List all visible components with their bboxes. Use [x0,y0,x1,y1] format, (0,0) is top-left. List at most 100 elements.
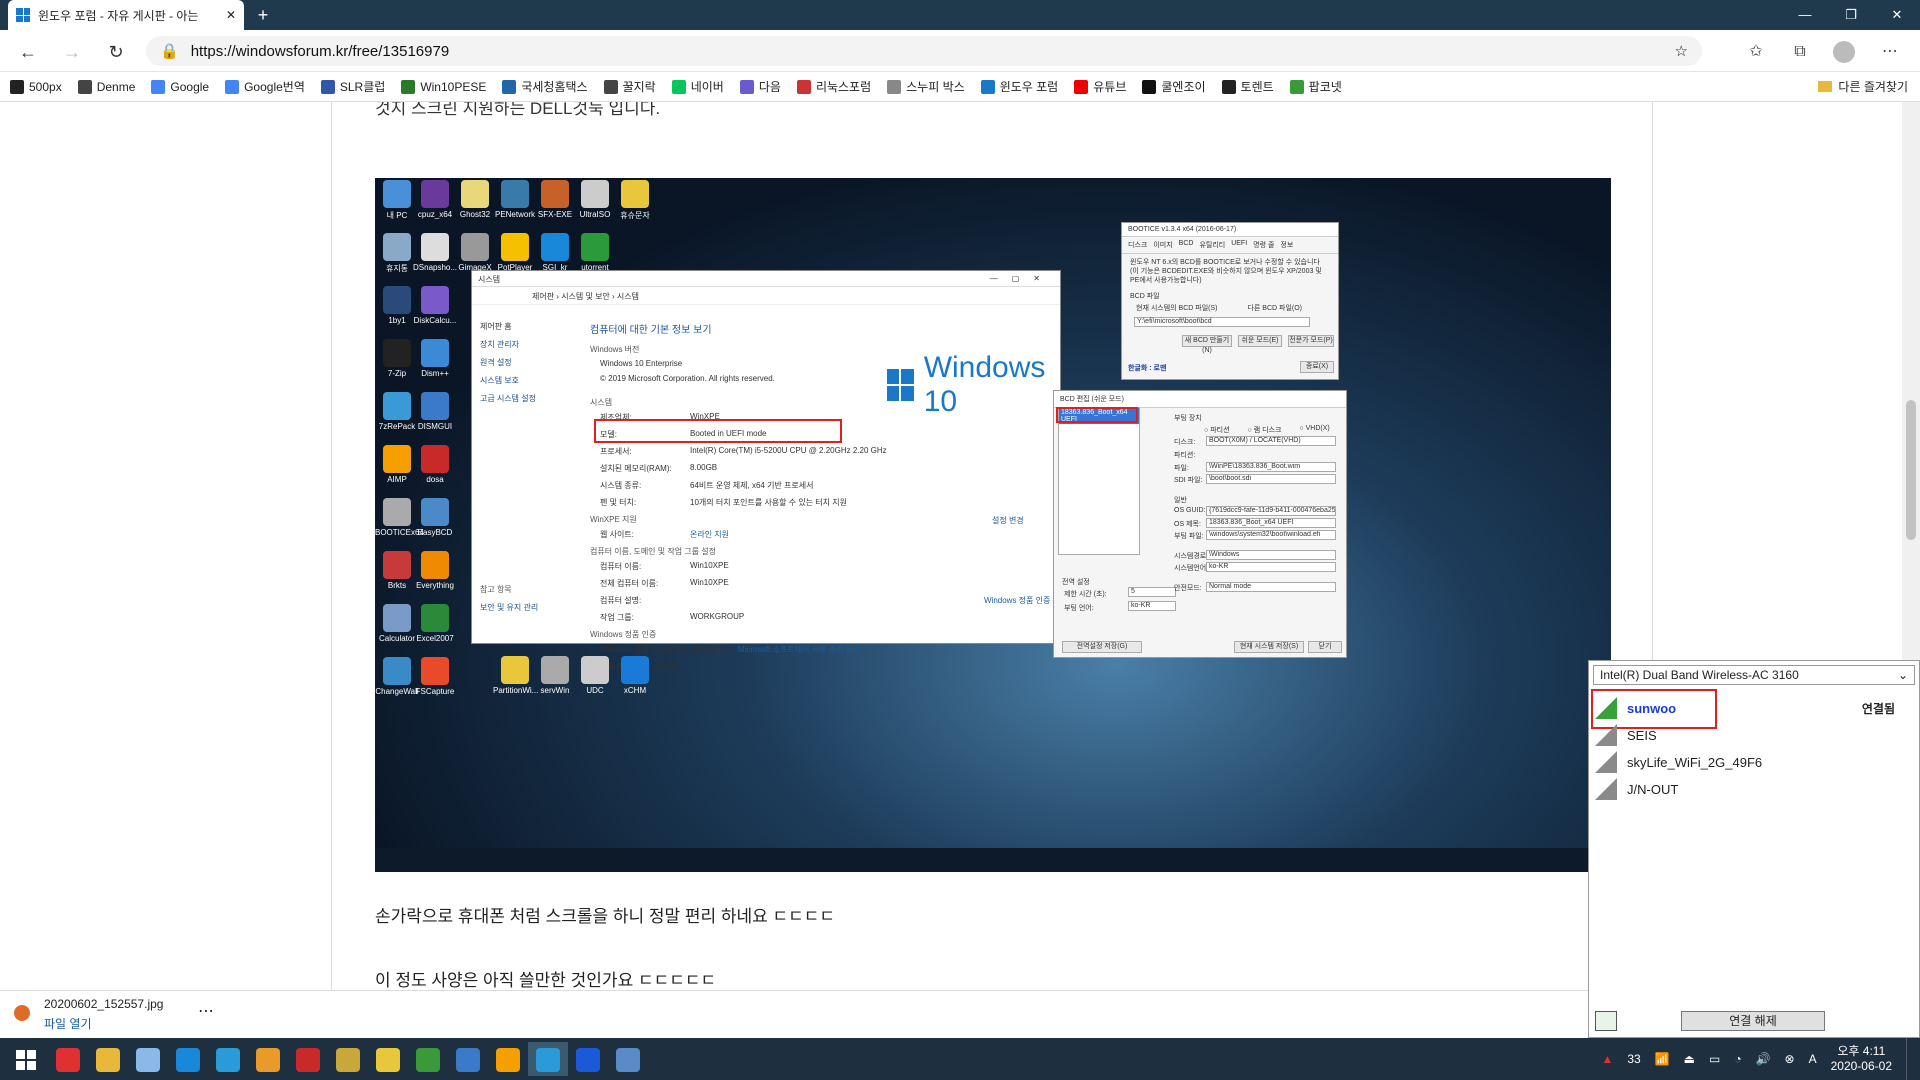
safeboot-field[interactable]: Normal mode [1206,582,1336,592]
collections-icon[interactable]: ⧉ [1786,38,1814,66]
desktop-icon[interactable]: Ghost32 [453,180,497,219]
language-indicator[interactable]: A [1809,1052,1817,1066]
desktop-icon[interactable]: 휴슈문자 [613,180,657,221]
refresh-button[interactable]: ↻ [102,38,130,66]
website-link[interactable]: 온라인 지원 [690,529,1050,540]
taskbar-app-button[interactable] [368,1042,408,1076]
bookmark-item[interactable]: 500px [10,79,62,94]
wifi-network-item[interactable]: skyLife_WiFi_2G_49F6 [1595,747,1913,777]
close-tab-icon[interactable]: ✕ [226,8,236,22]
desktop-icon[interactable]: PENetwork [493,180,537,219]
bookmark-item[interactable]: Denme [77,79,135,94]
expert-mode-button[interactable]: 전문가 모드(P) [1288,335,1334,347]
taskbar-app-button[interactable] [88,1042,128,1076]
sysroot-field[interactable]: \Windows [1206,550,1336,560]
taskbar-app-button[interactable] [168,1042,208,1076]
taskbar-app-button[interactable] [448,1042,488,1076]
taskbar-app-button[interactable] [48,1042,88,1076]
open-file-link[interactable]: 파일 열기 [44,1015,92,1032]
desktop-icon[interactable]: Everything [413,551,457,590]
sdi-field[interactable]: \boot\boot.sdi [1206,474,1336,484]
left-link[interactable]: 고급 시스템 설정 [480,393,570,404]
bootice-tab[interactable]: 이미지 [1153,240,1172,250]
desktop-icon[interactable]: UDC [573,656,617,695]
desktop-icon[interactable]: GimageX [453,233,497,272]
browser-tab[interactable]: 윈도우 포럼 - 자유 게시판 - 아는 ✕ [8,0,244,30]
desktop-icon[interactable]: DiskCalcu... [413,286,457,325]
taskbar-app-button[interactable] [608,1042,648,1076]
guid-field[interactable]: {7619dcc9-fafe-11d9-b411-000476eba25f} [1206,506,1336,516]
network-settings-icon[interactable] [1595,1011,1617,1031]
desktop-icon[interactable]: cpuz_x64 [413,180,457,219]
left-link[interactable]: 시스템 보호 [480,375,570,386]
forward-button[interactable]: → [58,38,86,66]
taskbar-app-button[interactable] [248,1042,288,1076]
battery-icon[interactable]: ▭ [1709,1052,1720,1066]
system-breadcrumb[interactable]: 제어판 › 시스템 및 보안 › 시스템 [472,287,1060,305]
wifi-icon[interactable]: ◔ [1734,1052,1741,1066]
activate-windows-link[interactable]: Windows 정품 인증 [984,595,1050,606]
left-link[interactable]: 원격 설정 [480,357,570,368]
restore-button[interactable]: ❐ [1828,0,1874,30]
easy-mode-button[interactable]: 쉬운 모드(E) [1238,335,1282,347]
bookmark-item[interactable]: Google번역 [225,78,305,95]
bootice-close-button[interactable]: 종료(X) [1300,361,1334,373]
taskbar-app-button[interactable] [208,1042,248,1076]
article-screenshot[interactable]: 시스템 —▢✕ 제어판 › 시스템 및 보안 › 시스템 제어판 홈 장치 관리… [375,178,1611,872]
taskbar-app-button[interactable] [288,1042,328,1076]
new-tab-button[interactable]: + [252,4,274,26]
minimize-button[interactable]: — [1782,0,1828,30]
other-bookmarks[interactable]: 다른 즐겨찾기 [1818,78,1908,95]
disk-field[interactable]: BOOT(X0M) / LOCATE(VHD) [1206,436,1336,446]
desktop-icon[interactable]: DSnapsho... [413,233,457,272]
bcd-option-other[interactable]: 다른 BCD 파일(O) [1247,303,1302,313]
adapter-select[interactable]: Intel(R) Dual Band Wireless-AC 3160 ⌄ [1593,665,1915,685]
desktop-icon[interactable]: SFX-EXE [533,180,577,219]
security-link[interactable]: 보안 및 유지 관리 [480,602,570,613]
bookmark-item[interactable]: 팝코넷 [1289,78,1342,95]
bookmark-item[interactable]: 유튜브 [1074,78,1126,95]
taskbar-app-button[interactable] [408,1042,448,1076]
profile-avatar[interactable] [1830,38,1858,66]
url-field[interactable]: 🔒 https://windowsforum.kr/free/13516979 … [146,36,1702,66]
bookmark-item[interactable]: 토렌트 [1221,78,1274,95]
bootice-tab[interactable]: BCD [1179,240,1194,250]
desktop-icon[interactable]: SGI_kr [533,233,577,272]
boot-lang-field[interactable]: ko-KR [1128,601,1176,611]
bookmark-item[interactable]: SLR클럽 [320,78,385,95]
network-icon[interactable]: 📶 [1655,1052,1670,1066]
bcd-option-current[interactable]: 현재 시스템의 BCD 파일(S) [1136,303,1217,313]
window-controls[interactable]: —▢✕ [990,274,1054,283]
device-type-radio[interactable]: ○ VHD(X) [1299,425,1329,435]
bookmark-item[interactable]: Win10PESE [401,79,486,94]
bookmark-item[interactable]: 리눅스포럼 [796,78,871,95]
taskbar-app-button[interactable] [568,1042,608,1076]
download-more-icon[interactable]: ⋯ [198,1001,214,1021]
bookmark-item[interactable]: 다음 [739,78,781,95]
bootice-tab[interactable]: 명령 줄 [1253,240,1274,250]
device-type-radio[interactable]: ○ 파티션 [1204,425,1230,435]
bootice-tab[interactable]: 유틸리티 [1199,240,1225,250]
desktop-icon[interactable]: EasyBCD [413,498,457,537]
taskbar-app-button[interactable] [328,1042,368,1076]
save-global-button[interactable]: 전역설정 저장(G) [1062,641,1142,653]
bcd-path-field[interactable]: Y:\efi\microsoft\boot\bcd [1134,317,1310,327]
usb-icon[interactable]: ⏏ [1684,1052,1695,1066]
desktop-icon[interactable]: Excel2007 [413,604,457,643]
download-filename[interactable]: 20200602_152557.jpg [44,997,163,1011]
desktop-icon[interactable]: DISMGUI [413,392,457,431]
close-window-button[interactable]: ✕ [1874,0,1920,30]
desktop-icon[interactable]: servWin [533,656,577,695]
timeout-field[interactable]: 5 [1128,587,1176,597]
loader-field[interactable]: \windows\system32\boot\winload.efi [1206,530,1336,540]
more-menu-icon[interactable]: ⋯ [1876,38,1904,66]
bootice-tab[interactable]: UEFI [1231,240,1247,250]
favorite-star-icon[interactable]: ☆ [1675,42,1688,60]
desktop-icon[interactable]: utorrent [573,233,617,272]
disconnect-button[interactable]: 연결 해제 [1681,1011,1825,1031]
desktop-icon[interactable]: UltraISO [573,180,617,219]
bookmark-item[interactable]: 쿨엔조이 [1142,78,1206,95]
left-link[interactable]: 장치 관리자 [480,339,570,350]
boot-entry-list[interactable]: 18363.836_Boot_x64 UEFI [1058,407,1140,555]
device-type-radio[interactable]: ○ 램 디스크 [1248,425,1282,435]
